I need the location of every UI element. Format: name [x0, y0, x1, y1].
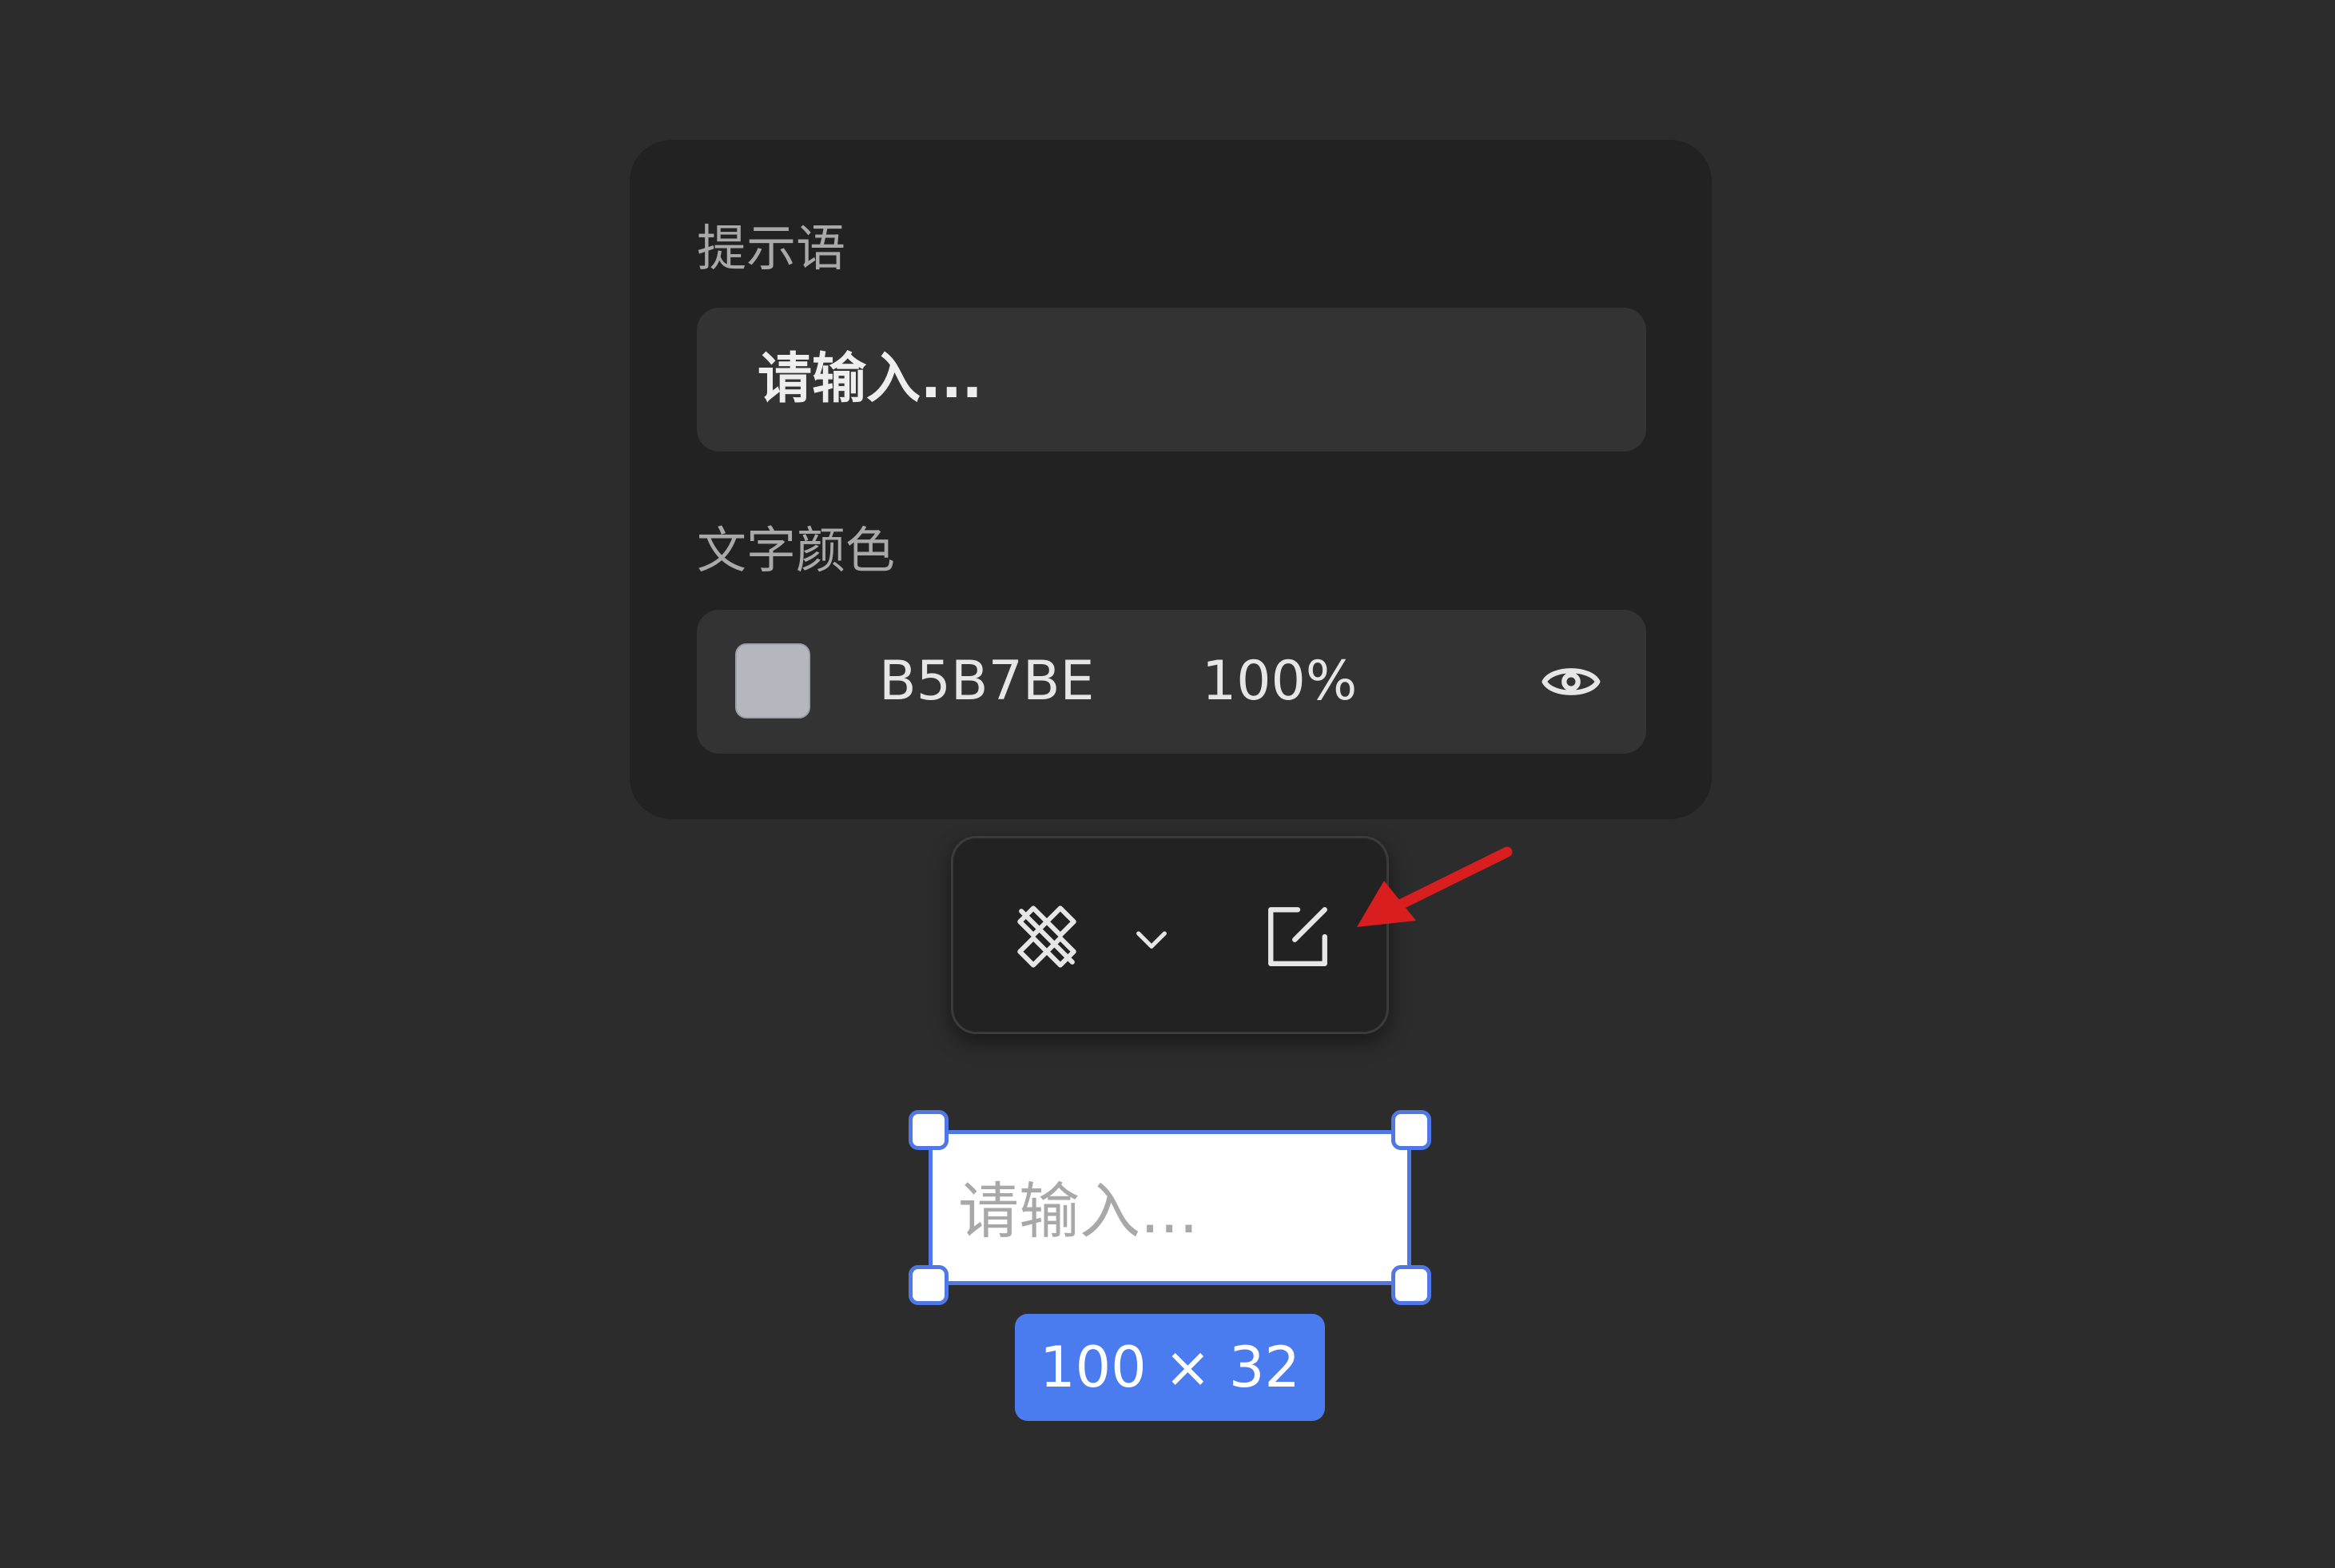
prompt-input[interactable]: 请输入...: [697, 308, 1646, 452]
text-input-component[interactable]: 请输入...: [929, 1130, 1411, 1285]
floating-toolbar: [951, 836, 1389, 1034]
prompt-value: 请输入...: [758, 348, 983, 411]
component-icon[interactable]: [1011, 901, 1083, 973]
size-badge: 100 × 32: [1015, 1314, 1325, 1421]
resize-handle-top-left[interactable]: [909, 1110, 949, 1150]
properties-panel: 提示语 请输入... 文字颜色 B5B7BE 100%: [630, 140, 1712, 819]
text-color-field: B5B7BE 100%: [697, 610, 1646, 754]
resize-handle-bottom-right[interactable]: [1391, 1265, 1431, 1305]
annotation-arrow: [1357, 846, 1513, 927]
edit-icon[interactable]: [1262, 901, 1334, 973]
chevron-down-icon[interactable]: [1129, 917, 1174, 961]
eye-icon[interactable]: [1539, 650, 1603, 714]
input-placeholder: 请输入...: [958, 1176, 1199, 1247]
resize-handle-bottom-left[interactable]: [909, 1265, 949, 1305]
color-opacity-input[interactable]: 100%: [1202, 650, 1357, 714]
text-color-label: 文字颜色: [697, 521, 896, 579]
color-swatch[interactable]: [735, 643, 810, 718]
prompt-label: 提示语: [697, 219, 846, 277]
resize-handle-top-right[interactable]: [1391, 1110, 1431, 1150]
color-hex-input[interactable]: B5B7BE: [879, 650, 1094, 714]
